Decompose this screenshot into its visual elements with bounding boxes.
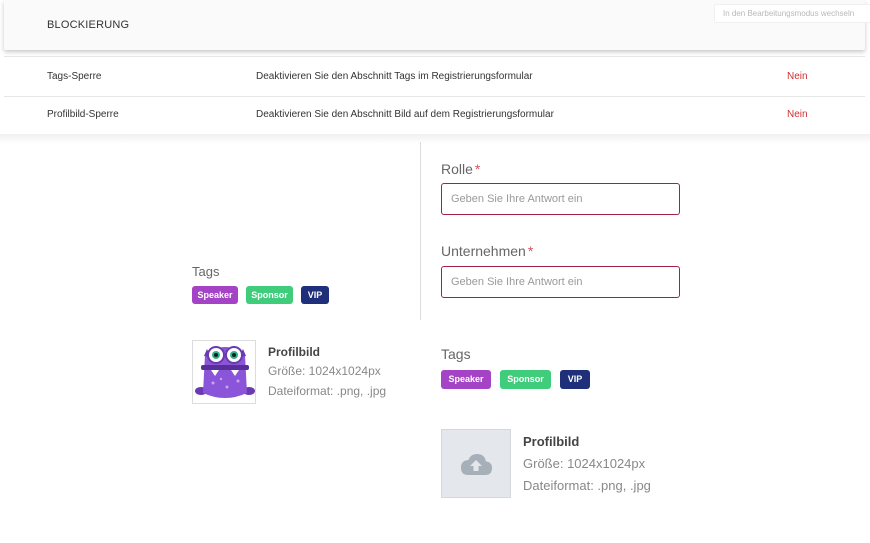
setting-description: Deaktivieren Sie den Abschnitt Bild auf …	[256, 109, 554, 120]
tag-sponsor-right[interactable]: Sponsor	[500, 370, 551, 389]
setting-description: Deaktivieren Sie den Abschnitt Tags im R…	[256, 71, 533, 82]
setting-value: Nein	[787, 71, 808, 82]
edit-mode-button[interactable]: In den Bearbeitungsmodus wechseln	[714, 4, 870, 23]
profile-image-title-left: Profilbild	[268, 345, 320, 359]
required-mark: *	[474, 161, 481, 177]
profile-image-size-left: Größe: 1024x1024px	[268, 364, 381, 378]
table-row[interactable]: Profilbild-Sperre Deaktivieren Sie den A…	[4, 97, 865, 137]
field-label-text: Rolle	[441, 161, 473, 177]
profile-avatar[interactable]	[192, 340, 256, 404]
setting-value: Nein	[787, 109, 808, 120]
tag-vip-right[interactable]: VIP	[560, 370, 590, 389]
profile-image-format-right: Dateiformat: .png, .jpg	[523, 478, 651, 493]
blocking-settings-table: Tags-Sperre Deaktivieren Sie den Abschni…	[4, 56, 865, 137]
tag-vip-left[interactable]: VIP	[301, 286, 329, 304]
profile-image-title-right: Profilbild	[523, 434, 580, 449]
tag-sponsor-left[interactable]: Sponsor	[246, 286, 293, 304]
cloud-upload-icon	[461, 453, 492, 475]
company-input[interactable]	[441, 266, 680, 298]
role-input[interactable]	[441, 183, 680, 215]
field-label-company: Unternehmen *	[441, 243, 533, 259]
preview-divider	[420, 142, 421, 320]
tags-label-right: Tags	[441, 346, 471, 362]
section-shade	[0, 134, 870, 144]
profile-image-format-left: Dateiformat: .png, .jpg	[268, 384, 387, 398]
profile-image-upload[interactable]	[441, 429, 511, 498]
setting-name: Profilbild-Sperre	[47, 109, 119, 120]
tags-label-left: Tags	[192, 264, 220, 279]
setting-name: Tags-Sperre	[47, 71, 102, 82]
table-row[interactable]: Tags-Sperre Deaktivieren Sie den Abschni…	[4, 56, 865, 97]
tag-speaker-left[interactable]: Speaker	[192, 286, 238, 304]
profile-image-size-right: Größe: 1024x1024px	[523, 456, 646, 471]
field-label-text: Unternehmen	[441, 243, 526, 259]
tag-speaker-right[interactable]: Speaker	[441, 370, 491, 389]
field-label-role: Rolle *	[441, 161, 480, 177]
required-mark: *	[527, 243, 534, 259]
purple-monster-avatar-icon	[193, 341, 255, 403]
section-title: BLOCKIERUNG	[47, 19, 130, 31]
